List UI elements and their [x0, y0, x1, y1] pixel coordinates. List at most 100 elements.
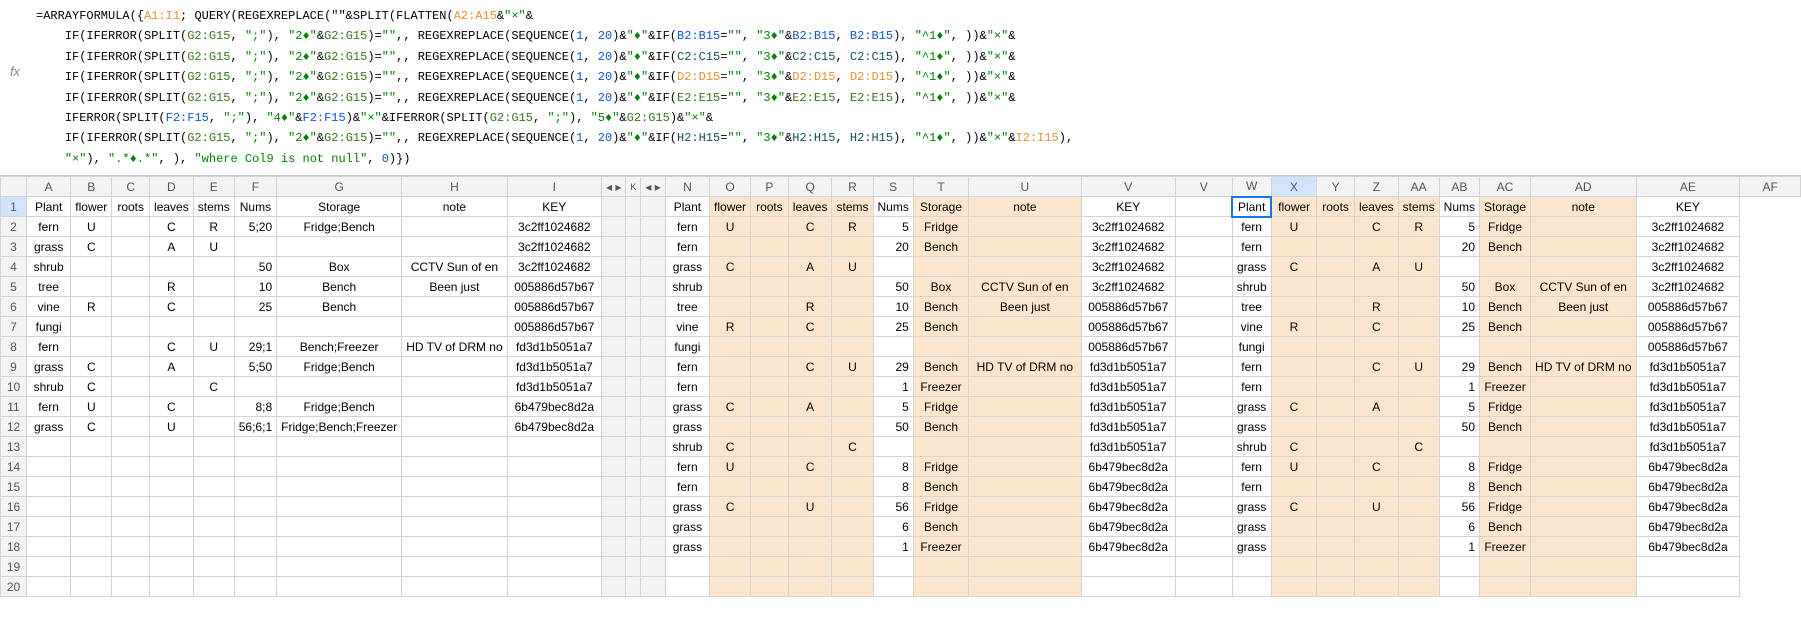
- cell[interactable]: [832, 537, 873, 557]
- cell[interactable]: C: [788, 457, 832, 477]
- cell[interactable]: U: [150, 417, 194, 437]
- cell[interactable]: [1175, 577, 1232, 597]
- cell[interactable]: fern: [665, 457, 709, 477]
- cell[interactable]: 005886d57b67: [1081, 317, 1175, 337]
- cell[interactable]: R: [710, 317, 751, 337]
- cell[interactable]: [1439, 257, 1479, 277]
- formula-input[interactable]: =ARRAYFORMULA({A1:I1; QUERY(REGEXREPLACE…: [30, 4, 1801, 171]
- cell[interactable]: [788, 377, 832, 397]
- cell[interactable]: [832, 297, 873, 317]
- cell[interactable]: fd3d1b5051a7: [1636, 437, 1740, 457]
- cell[interactable]: [969, 437, 1081, 457]
- row-header-6[interactable]: 6: [1, 297, 27, 317]
- cell[interactable]: [913, 577, 968, 597]
- cell[interactable]: [832, 577, 873, 597]
- cell[interactable]: [402, 537, 507, 557]
- cell[interactable]: [788, 477, 832, 497]
- cell[interactable]: Bench: [913, 237, 968, 257]
- cell[interactable]: [71, 437, 112, 457]
- cell[interactable]: 3c2ff1024682: [1081, 237, 1175, 257]
- cell[interactable]: shrub: [27, 257, 71, 277]
- cell[interactable]: HD TV of DRM no: [1531, 357, 1636, 377]
- cell[interactable]: shrub: [27, 377, 71, 397]
- cell[interactable]: 6b479bec8d2a: [507, 417, 601, 437]
- cell[interactable]: R: [193, 217, 234, 237]
- cell[interactable]: U: [71, 397, 112, 417]
- cell[interactable]: C: [71, 237, 112, 257]
- cell[interactable]: grass: [1232, 417, 1271, 437]
- cell[interactable]: [1398, 237, 1439, 257]
- col-header-G[interactable]: G: [277, 177, 402, 197]
- cell[interactable]: roots: [751, 197, 789, 217]
- cell[interactable]: 6b479bec8d2a: [1636, 477, 1740, 497]
- cell[interactable]: leaves: [150, 197, 194, 217]
- cell[interactable]: [1398, 457, 1439, 477]
- cell[interactable]: [788, 237, 832, 257]
- cell[interactable]: C: [150, 337, 194, 357]
- cell[interactable]: [710, 577, 751, 597]
- cell[interactable]: 56: [1439, 497, 1479, 517]
- cell[interactable]: [751, 257, 789, 277]
- cell[interactable]: [1175, 197, 1232, 217]
- cell[interactable]: fern: [1232, 217, 1271, 237]
- cell[interactable]: [193, 297, 234, 317]
- col-header-T[interactable]: T: [913, 177, 968, 197]
- cell[interactable]: R: [150, 277, 194, 297]
- cell[interactable]: [71, 537, 112, 557]
- cell[interactable]: 6: [873, 517, 913, 537]
- cell[interactable]: [788, 557, 832, 577]
- row-header-17[interactable]: 17: [1, 517, 27, 537]
- cell[interactable]: stems: [832, 197, 873, 217]
- cell[interactable]: [402, 377, 507, 397]
- cell[interactable]: U: [788, 497, 832, 517]
- cell[interactable]: [710, 377, 751, 397]
- cell[interactable]: [1317, 397, 1355, 417]
- col-header-K[interactable]: K: [626, 177, 641, 197]
- cell[interactable]: grass: [665, 537, 709, 557]
- cell[interactable]: [1531, 477, 1636, 497]
- cell[interactable]: 3c2ff1024682: [1081, 217, 1175, 237]
- cell[interactable]: [1439, 437, 1479, 457]
- cell[interactable]: [1175, 317, 1232, 337]
- cell[interactable]: [1317, 297, 1355, 317]
- cell[interactable]: 56;6;1: [234, 417, 276, 437]
- cell[interactable]: [1271, 417, 1317, 437]
- row-header-9[interactable]: 9: [1, 357, 27, 377]
- row-header-3[interactable]: 3: [1, 237, 27, 257]
- cell[interactable]: A: [1354, 257, 1398, 277]
- cell[interactable]: [112, 237, 150, 257]
- cell[interactable]: [751, 477, 789, 497]
- cell[interactable]: [751, 457, 789, 477]
- cell[interactable]: note: [402, 197, 507, 217]
- cell[interactable]: [112, 497, 150, 517]
- cell[interactable]: [1175, 217, 1232, 237]
- cell[interactable]: [1317, 537, 1355, 557]
- cell[interactable]: 3c2ff1024682: [507, 257, 601, 277]
- cell[interactable]: [1636, 557, 1740, 577]
- cell[interactable]: C: [788, 217, 832, 237]
- cell[interactable]: [193, 357, 234, 377]
- cell[interactable]: Bench: [913, 297, 968, 317]
- cell[interactable]: vine: [665, 317, 709, 337]
- cell[interactable]: [751, 557, 789, 577]
- col-header-C[interactable]: C: [112, 177, 150, 197]
- row-header-13[interactable]: 13: [1, 437, 27, 457]
- cell[interactable]: [751, 577, 789, 597]
- row-header-4[interactable]: 4: [1, 257, 27, 277]
- cell[interactable]: [1271, 277, 1317, 297]
- cell[interactable]: [1531, 257, 1636, 277]
- cell[interactable]: [832, 397, 873, 417]
- cell[interactable]: [1398, 417, 1439, 437]
- cell[interactable]: [1354, 477, 1398, 497]
- cell[interactable]: fungi: [27, 317, 71, 337]
- cell[interactable]: fd3d1b5051a7: [1081, 417, 1175, 437]
- cell[interactable]: [1354, 537, 1398, 557]
- cell[interactable]: HD TV of DRM no: [402, 337, 507, 357]
- cell[interactable]: [913, 337, 968, 357]
- cell[interactable]: [112, 377, 150, 397]
- cell[interactable]: [710, 337, 751, 357]
- cell[interactable]: [1439, 337, 1479, 357]
- cell[interactable]: [751, 397, 789, 417]
- cell[interactable]: [234, 537, 276, 557]
- cell[interactable]: [150, 317, 194, 337]
